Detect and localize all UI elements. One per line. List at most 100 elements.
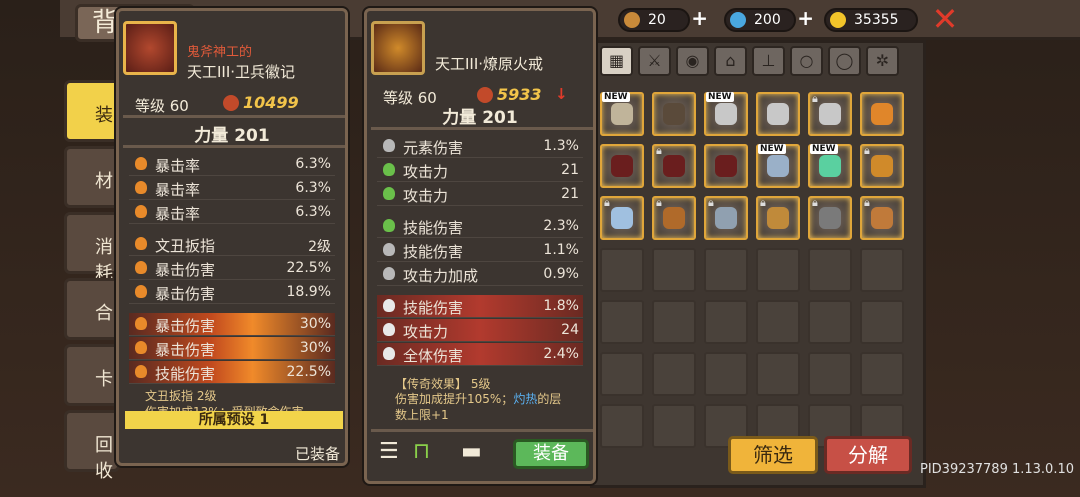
- tab-necklace-icon[interactable]: ◯: [828, 46, 861, 76]
- inventory-item-slot[interactable]: 🔒︎: [756, 196, 800, 240]
- inventory-item-slot[interactable]: NEW: [756, 144, 800, 188]
- empty-slot[interactable]: [808, 248, 852, 292]
- divider: [371, 127, 593, 130]
- sidebar-label: 消耗: [95, 237, 113, 284]
- tab-helmet-icon[interactable]: ⌂: [714, 46, 747, 76]
- empty-slot[interactable]: [808, 300, 852, 344]
- tab-all-grid-icon[interactable]: ▦: [600, 46, 633, 76]
- stat-label: 攻击力加成: [403, 267, 479, 285]
- sidebar-tab-materials[interactable]: 材: [64, 146, 120, 208]
- wood-icon: [624, 12, 640, 28]
- wood-count: 20: [648, 12, 666, 28]
- add-gem-button[interactable]: +: [797, 8, 814, 28]
- inventory-item-slot[interactable]: 🔒︎: [652, 196, 696, 240]
- tab-armor-icon[interactable]: ◉: [676, 46, 709, 76]
- stat-bullet-icon: [383, 323, 395, 336]
- tab-gear-icon[interactable]: ✲: [866, 46, 899, 76]
- empty-slot[interactable]: [600, 248, 644, 292]
- sidebar-tab-combine[interactable]: 合: [64, 278, 120, 340]
- sidebar-tab-consumables[interactable]: 消耗: [64, 212, 120, 284]
- empty-slot[interactable]: [652, 404, 696, 448]
- inventory-item-slot[interactable]: 🔒︎: [808, 92, 852, 136]
- empty-slot[interactable]: [652, 300, 696, 344]
- empty-slot[interactable]: [860, 300, 904, 344]
- stat-value: 0.9%: [543, 266, 579, 282]
- empty-slot[interactable]: [652, 352, 696, 396]
- empty-slot[interactable]: [600, 352, 644, 396]
- list-icon[interactable]: ☰: [379, 439, 399, 464]
- stat-bullet-icon: [383, 267, 395, 280]
- tab-sword-icon[interactable]: ⚔: [638, 46, 671, 76]
- inventory-item-slot[interactable]: NEW: [704, 92, 748, 136]
- empty-slot[interactable]: [600, 404, 644, 448]
- equip-button[interactable]: 装备: [513, 439, 589, 469]
- coin-count: 35355: [854, 12, 899, 28]
- stat-bullet-icon: [383, 139, 395, 152]
- inventory-item-slot[interactable]: 🔒︎: [860, 196, 904, 240]
- stat-bullet-icon: [383, 219, 395, 232]
- down-arrow-icon: ↓: [555, 85, 568, 103]
- add-wood-button[interactable]: +: [691, 8, 708, 28]
- stat-bullet-icon: [383, 163, 395, 176]
- stat-bullet-icon: [135, 157, 147, 170]
- inventory-item-slot[interactable]: 🔒︎: [704, 196, 748, 240]
- stat-row: 暴击伤害 18.9%: [129, 281, 335, 304]
- empty-slot[interactable]: [756, 248, 800, 292]
- stat-value: 30%: [299, 316, 331, 332]
- sidebar-tab-cards[interactable]: 卡: [64, 344, 120, 406]
- stat-label: 暴击伤害: [155, 261, 216, 279]
- inventory-item-slot[interactable]: NEW: [808, 144, 852, 188]
- item-name: 天工III·燎原火戒: [435, 55, 544, 73]
- item-icon: [663, 103, 685, 125]
- sidebar-label: 卡: [95, 369, 113, 390]
- stat-row: 攻击力 21: [377, 183, 583, 206]
- legendary-effect-text: 伤害加成提升105%；灼热的层 数上限+1: [395, 391, 585, 423]
- item-icon: [871, 207, 893, 229]
- item-icon: [767, 207, 789, 229]
- inventory-item-slot[interactable]: [860, 92, 904, 136]
- empty-slot[interactable]: [600, 300, 644, 344]
- stat-value: 22.5%: [286, 260, 331, 276]
- item-icon: [715, 103, 737, 125]
- tab-ring-icon[interactable]: ○: [790, 46, 823, 76]
- empty-slot[interactable]: [860, 248, 904, 292]
- stat-label: 文丑扳指: [155, 237, 216, 255]
- stat-bullet-icon: [383, 347, 395, 360]
- stat-label: 暴击率: [155, 205, 201, 223]
- empty-slot[interactable]: [756, 352, 800, 396]
- effect-name: 文丑扳指 2级: [145, 389, 217, 403]
- inventory-item-slot[interactable]: 🔒︎: [652, 144, 696, 188]
- inventory-item-slot[interactable]: 🔒︎: [860, 144, 904, 188]
- stat-row: 技能伤害 1.1%: [377, 239, 583, 262]
- empty-slot[interactable]: [704, 352, 748, 396]
- sidebar-tab-recycle[interactable]: 回收: [64, 410, 120, 482]
- item-icon: [819, 207, 841, 229]
- effect-text-part: 数上限+1: [395, 408, 449, 422]
- stat-bullet-icon: [135, 237, 147, 250]
- inventory-item-slot[interactable]: [756, 92, 800, 136]
- stat-bullet-icon: [135, 365, 147, 378]
- inventory-item-slot[interactable]: NEW: [600, 92, 644, 136]
- empty-slot[interactable]: [860, 352, 904, 396]
- tab-boots-icon[interactable]: ⊥: [752, 46, 785, 76]
- empty-slot[interactable]: [808, 352, 852, 396]
- inventory-item-slot[interactable]: [652, 92, 696, 136]
- unlock-icon[interactable]: ⊓: [413, 439, 430, 464]
- game-screen: { "header": {"title": "背包"}, "currencies…: [0, 0, 1080, 497]
- inventory-item-slot[interactable]: [704, 144, 748, 188]
- inventory-item-slot[interactable]: [600, 144, 644, 188]
- sidebar-tab-equipment[interactable]: 装: [64, 80, 120, 142]
- decompose-button[interactable]: 分解: [824, 436, 912, 474]
- close-button[interactable]: ✕: [930, 3, 960, 35]
- empty-slot[interactable]: [652, 248, 696, 292]
- filter-button[interactable]: 筛选: [728, 436, 818, 474]
- empty-slot[interactable]: [704, 300, 748, 344]
- inventory-item-slot[interactable]: 🔒︎: [808, 196, 852, 240]
- stat-value: 6.3%: [295, 180, 331, 196]
- anvil-icon[interactable]: ▬: [461, 439, 482, 464]
- item-prefix: 鬼斧神工的: [187, 45, 253, 60]
- empty-slot[interactable]: [756, 300, 800, 344]
- empty-slot[interactable]: [704, 248, 748, 292]
- gem-count: 200: [754, 12, 781, 28]
- inventory-item-slot[interactable]: 🔒︎: [600, 196, 644, 240]
